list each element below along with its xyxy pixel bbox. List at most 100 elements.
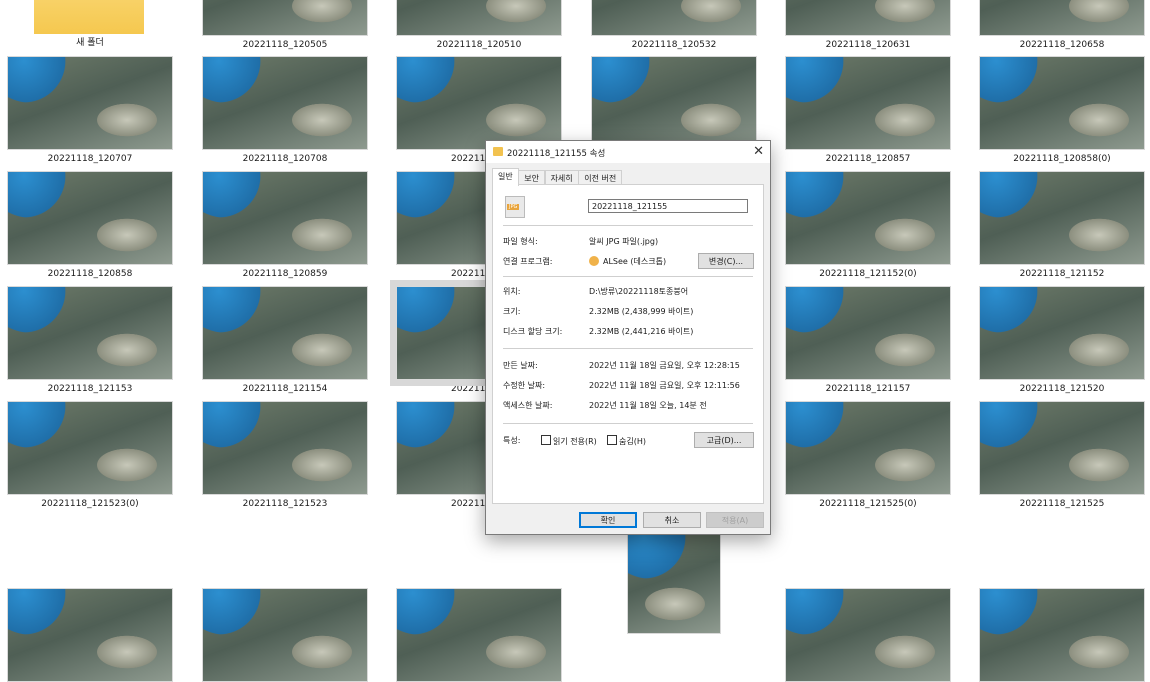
file-type-label: 파일 형식: (503, 237, 538, 246)
file-name: 20221118_121525(0) (819, 499, 917, 509)
file-item[interactable] (979, 588, 1145, 682)
ok-button[interactable]: 확인 (579, 512, 637, 528)
photo-thumbnail (785, 56, 951, 150)
change-button[interactable]: 변경(C)... (698, 253, 754, 269)
file-item[interactable] (785, 588, 951, 682)
photo-thumbnail (396, 56, 562, 150)
divider (503, 423, 753, 424)
file-item[interactable]: 20221118_121525(0) (785, 401, 951, 510)
general-panel: JPG 20221118_121155 파일 형식: 알씨 JPG 파일(.jp… (492, 184, 764, 504)
file-item[interactable]: 20221118_121154 (202, 286, 368, 395)
divider (503, 276, 753, 277)
file-name: 20221118_120858(0) (1013, 154, 1111, 164)
photo-thumbnail (591, 0, 757, 36)
file-name: 20221118_121153 (47, 384, 133, 394)
file-item[interactable]: 20221118_121153 (7, 286, 173, 395)
folder-item[interactable]: 새 폴더 (7, 0, 173, 49)
disk-size-label: 디스크 할당 크기: (503, 327, 563, 336)
file-name: 20221118_121523 (242, 499, 328, 509)
file-item[interactable] (202, 588, 368, 682)
file-item[interactable]: 20221118_121157 (785, 286, 951, 395)
readonly-checkbox[interactable]: 읽기 전용(R) (541, 435, 597, 447)
file-item[interactable]: 20221118_121520 (979, 286, 1145, 395)
photo-thumbnail (7, 286, 173, 380)
file-item[interactable]: 20221118_121523(0) (7, 401, 173, 510)
hidden-checkbox[interactable]: 숨김(H) (607, 435, 646, 447)
file-name: 새 폴더 (76, 38, 104, 48)
file-name: 20221118_120631 (825, 40, 911, 50)
file-name: 20221118_121157 (825, 384, 911, 394)
dialog-title: 20221118_121155 속성 (507, 149, 606, 159)
photo-thumbnail (202, 56, 368, 150)
cancel-button[interactable]: 취소 (643, 512, 701, 528)
photo-thumbnail (785, 286, 951, 380)
checkbox-box (541, 435, 551, 445)
file-item[interactable]: 20221118_120708 (202, 56, 368, 165)
file-item[interactable] (627, 532, 721, 634)
filename-field[interactable]: 20221118_121155 (588, 199, 748, 213)
apply-button[interactable]: 적용(A) (706, 512, 764, 528)
file-name: 20221118_120859 (242, 269, 328, 279)
open-with-label: 연결 프로그램: (503, 257, 553, 266)
file-item[interactable]: 20221118_120858 (7, 171, 173, 280)
photo-thumbnail (396, 0, 562, 36)
file-name: 20221118_120658 (1019, 40, 1105, 50)
readonly-label: 읽기 전용(R) (553, 437, 597, 446)
created-value: 2022년 11월 18일 금요일, 오후 12:28:15 (589, 361, 740, 370)
photo-thumbnail (7, 401, 173, 495)
location-label: 위치: (503, 287, 521, 296)
open-with-app: ALSee (데스크톱) (603, 257, 667, 266)
hidden-label: 숨김(H) (619, 437, 646, 446)
location-value: D:\방류\20221118토종붕어 (589, 287, 689, 296)
photo-thumbnail (785, 588, 951, 682)
size-label: 크기: (503, 307, 521, 316)
tab-bar: 일반 보안 자세히 이전 버전 (492, 168, 623, 186)
file-name: 20221118_120708 (242, 154, 328, 164)
file-item[interactable]: 20221118_121152 (979, 171, 1145, 280)
file-icon (493, 147, 503, 156)
file-name: 20221118_120707 (47, 154, 133, 164)
accessed-value: 2022년 11월 18일 오늘, 14분 전 (589, 401, 707, 410)
photo-thumbnail (202, 401, 368, 495)
file-item[interactable] (7, 588, 173, 682)
photo-thumbnail (979, 0, 1145, 36)
file-name: 20221118_120510 (436, 40, 522, 50)
file-item[interactable]: 20221118_120857 (785, 56, 951, 165)
photo-thumbnail (979, 56, 1145, 150)
photo-thumbnail (785, 401, 951, 495)
file-name: 20221118_120858 (47, 269, 133, 279)
file-item[interactable]: 20221118_121525 (979, 401, 1145, 510)
file-item[interactable]: 20221118_120658 (979, 0, 1145, 51)
modified-label: 수정한 날짜: (503, 381, 546, 390)
photo-thumbnail (7, 171, 173, 265)
file-item[interactable]: 20221118_121152(0) (785, 171, 951, 280)
dialog-titlebar[interactable]: 20221118_121155 속성 ✕ (486, 141, 770, 163)
file-name: 20221118_121152(0) (819, 269, 917, 279)
file-name: 20221118_120857 (825, 154, 911, 164)
photo-thumbnail (785, 0, 951, 36)
file-item[interactable]: 20221118_120707 (7, 56, 173, 165)
accessed-label: 액세스한 날짜: (503, 401, 553, 410)
tab-general[interactable]: 일반 (492, 168, 519, 186)
file-item[interactable]: 20221118_120505 (202, 0, 368, 51)
photo-thumbnail (785, 171, 951, 265)
close-icon[interactable]: ✕ (753, 144, 764, 159)
file-item[interactable] (396, 588, 562, 682)
advanced-button[interactable]: 고급(D)... (694, 432, 754, 448)
file-name: 20221118_121154 (242, 384, 328, 394)
size-value: 2.32MB (2,438,999 바이트) (589, 307, 694, 316)
file-item[interactable]: 20221118_120532 (591, 0, 757, 51)
photo-thumbnail (979, 171, 1145, 265)
photo-thumbnail (979, 401, 1145, 495)
file-item[interactable] (591, 56, 757, 150)
photo-thumbnail (396, 588, 562, 682)
file-item[interactable]: 20221118_120510 (396, 0, 562, 51)
photo-thumbnail (591, 56, 757, 150)
file-item[interactable]: 20221118_120858(0) (979, 56, 1145, 165)
file-item[interactable]: 20221118_120859 (202, 171, 368, 280)
file-item[interactable]: 20221118_120631 (785, 0, 951, 51)
file-item[interactable]: 20221118_121523 (202, 401, 368, 510)
divider (503, 225, 753, 226)
created-label: 만든 날짜: (503, 361, 538, 370)
file-name: 20221118_121520 (1019, 384, 1105, 394)
